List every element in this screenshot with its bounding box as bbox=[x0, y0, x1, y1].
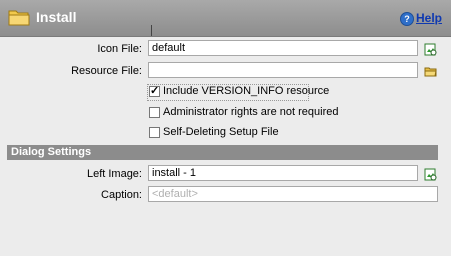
resource-file-field[interactable] bbox=[148, 62, 418, 78]
title-bar: Install ? Help bbox=[0, 0, 451, 37]
folder-icon bbox=[8, 10, 30, 26]
caption-label: Caption: bbox=[101, 189, 142, 201]
admin-rights-label: Administrator rights are not required bbox=[163, 106, 339, 118]
help-link[interactable]: Help bbox=[416, 11, 442, 25]
page-title: Install bbox=[36, 9, 77, 25]
image-browse-icon[interactable] bbox=[424, 43, 437, 56]
divider-tick bbox=[151, 25, 152, 36]
open-folder-icon[interactable] bbox=[424, 65, 437, 78]
include-version-info-label: Include VERSION_INFO resource bbox=[163, 85, 330, 97]
image-browse-icon[interactable] bbox=[424, 168, 437, 181]
resource-file-label: Resource File: bbox=[71, 65, 142, 77]
left-image-field[interactable]: install - 1 bbox=[148, 165, 418, 181]
dialog-settings-header: Dialog Settings bbox=[7, 145, 438, 160]
self-deleting-checkbox[interactable] bbox=[149, 127, 160, 138]
icon-file-label: Icon File: bbox=[97, 43, 142, 55]
help-icon[interactable]: ? bbox=[400, 12, 414, 26]
caption-field[interactable]: <default> bbox=[148, 186, 438, 202]
check-icon: ✓ bbox=[150, 85, 160, 97]
include-version-info-checkbox[interactable]: ✓ bbox=[149, 85, 160, 97]
left-image-label: Left Image: bbox=[86, 168, 142, 180]
self-deleting-label: Self-Deleting Setup File bbox=[163, 126, 279, 138]
icon-file-field[interactable]: default bbox=[148, 40, 418, 56]
admin-rights-checkbox[interactable] bbox=[149, 107, 160, 118]
